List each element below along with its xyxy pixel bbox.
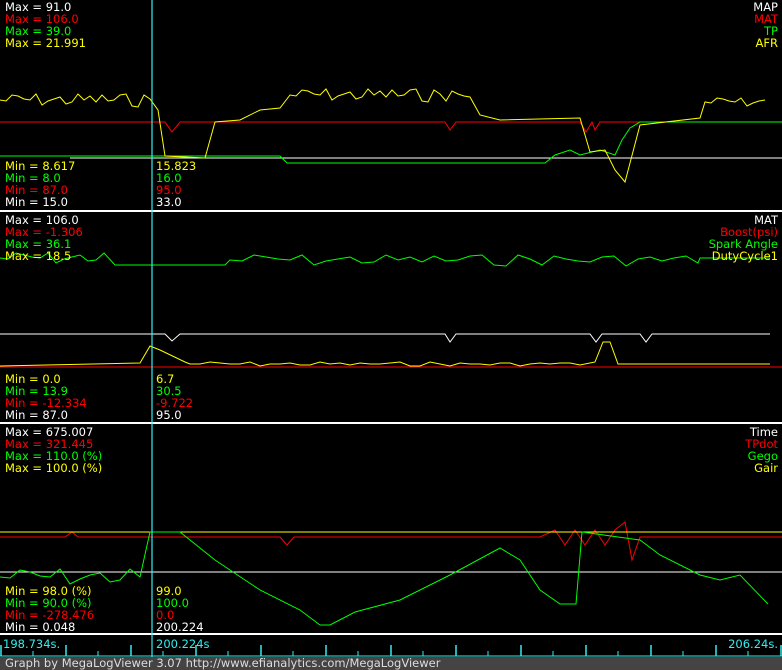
legend-dutycycle[interactable]: DutyCycle1 [712, 250, 778, 262]
gego-trace [0, 531, 769, 626]
footer-credit: Graph by MegaLogViewer 3.07 http://www.e… [0, 657, 782, 670]
cursor-value: 33.0 [156, 195, 182, 209]
legend-afr[interactable]: AFR [756, 37, 778, 49]
max-label: Max = 100.0 (%) [5, 461, 103, 475]
axis-end-time: 206.24s. [728, 637, 778, 651]
min-label: Min = 87.0 [5, 408, 68, 422]
afr-trace [0, 88, 766, 184]
spark-trace [0, 252, 770, 267]
tp-trace [0, 121, 782, 164]
legend-gair[interactable]: Gair [754, 462, 778, 474]
min-label: Min = 0.048 [5, 620, 76, 634]
duty-trace [0, 341, 770, 367]
mat-trace [0, 120, 782, 133]
cursor-value: 200.224 [156, 620, 204, 634]
min-label: Min = 15.0 [5, 195, 68, 209]
axis-cursor-time: 200.224s [156, 637, 210, 651]
mat2-trace [0, 333, 770, 343]
tpdot-trace [0, 521, 782, 562]
cursor-value: 95.0 [156, 408, 182, 422]
max-label: Max = 21.991 [5, 36, 86, 50]
log-graph[interactable] [0, 0, 782, 657]
max-label: Max = 18.5 [5, 249, 72, 263]
axis-start-time: 198.734s. [3, 637, 61, 651]
